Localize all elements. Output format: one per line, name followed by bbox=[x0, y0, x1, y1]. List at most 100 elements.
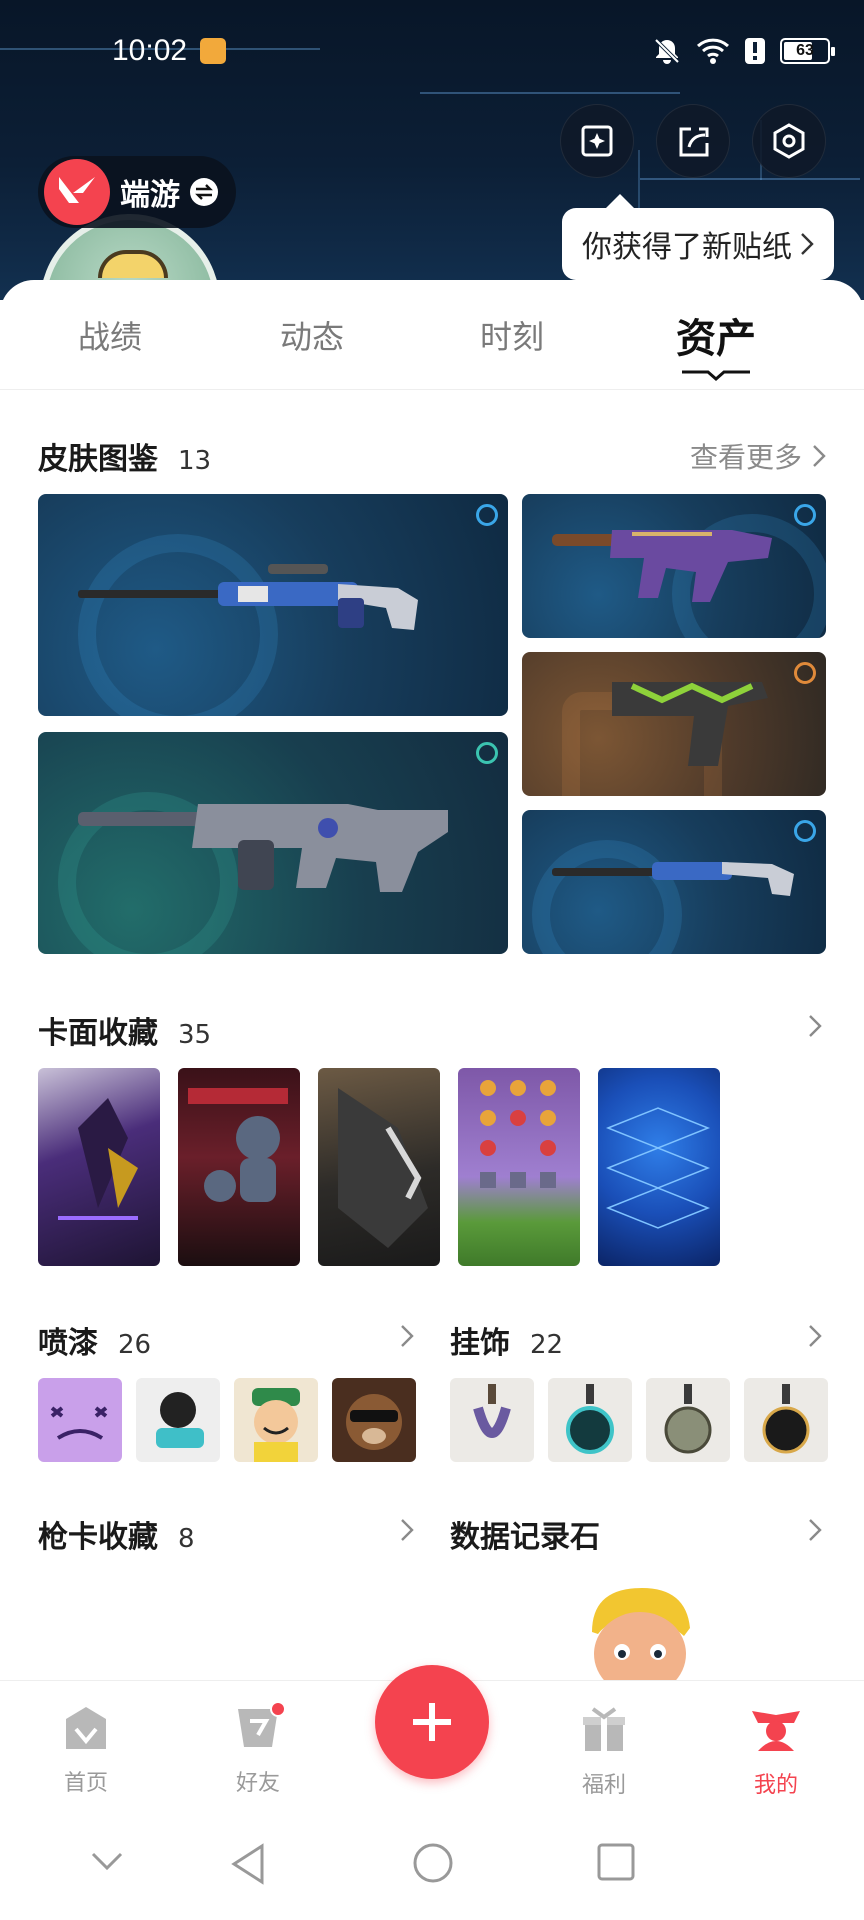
battery-level: 63 bbox=[796, 42, 814, 59]
skin-tile-rifle[interactable] bbox=[38, 732, 508, 954]
swap-icon bbox=[190, 178, 218, 206]
chevron-right-icon bbox=[801, 233, 814, 255]
nav-benefits[interactable]: 福利 bbox=[554, 1705, 654, 1799]
skins-view-more[interactable]: 查看更多 bbox=[690, 436, 826, 476]
charm-thumbnail[interactable] bbox=[450, 1378, 534, 1462]
skins-count: 13 bbox=[178, 446, 212, 476]
chevron-right-icon bbox=[813, 445, 826, 467]
header-actions bbox=[560, 104, 826, 178]
profile-icon bbox=[752, 1711, 800, 1751]
share-icon bbox=[679, 127, 709, 157]
profile-tabs: 战绩 动态 时刻 资产 bbox=[0, 280, 864, 390]
rifle-skin-image bbox=[78, 804, 448, 892]
player-card-thumbnail[interactable] bbox=[598, 1068, 720, 1266]
game-name: 端游 bbox=[120, 178, 180, 213]
chevron-right-icon[interactable] bbox=[400, 1518, 414, 1542]
player-card-thumbnail[interactable] bbox=[458, 1068, 580, 1266]
sprays-count: 26 bbox=[118, 1330, 152, 1360]
gun-cards-section-header: 枪卡收藏 8 bbox=[38, 1512, 195, 1556]
skin-tile-pistol[interactable] bbox=[522, 652, 826, 796]
nav-label: 福利 bbox=[581, 1773, 626, 1798]
chevron-right-icon[interactable] bbox=[808, 1324, 822, 1348]
cards-section-header: 卡面收藏 35 bbox=[38, 1008, 211, 1052]
new-sticker-tooltip[interactable]: 你获得了新贴纸 bbox=[562, 194, 834, 280]
sprays-section-header: 喷漆 26 bbox=[38, 1318, 151, 1362]
charms-count: 22 bbox=[530, 1330, 564, 1360]
game-switcher[interactable]: 端游 bbox=[38, 156, 236, 228]
notification-app-icon bbox=[200, 38, 226, 64]
valorant-logo-icon bbox=[44, 159, 110, 225]
sprays-title: 喷漆 bbox=[38, 1326, 98, 1361]
skin-tile-shotgun[interactable] bbox=[522, 810, 826, 954]
charm-thumbnail[interactable] bbox=[646, 1378, 730, 1462]
profile-content-card: 战绩 动态 时刻 资产 bbox=[0, 280, 864, 1680]
chevron-right-icon[interactable] bbox=[808, 1014, 822, 1038]
nav-profile[interactable]: 我的 bbox=[726, 1705, 826, 1799]
cards-title: 卡面收藏 bbox=[38, 1016, 158, 1051]
home-circle-icon[interactable] bbox=[412, 1842, 454, 1884]
data-stone-character-image[interactable] bbox=[580, 1582, 698, 1680]
hide-keyboard-icon[interactable] bbox=[90, 1850, 124, 1872]
data-stone-title: 数据记录石 bbox=[450, 1520, 600, 1555]
share-button[interactable] bbox=[656, 104, 730, 178]
plus-icon bbox=[413, 1703, 451, 1741]
player-card-thumbnail[interactable] bbox=[38, 1068, 160, 1266]
skin-tile-sniper[interactable] bbox=[38, 494, 508, 716]
system-navigation-bar bbox=[0, 1810, 864, 1920]
charm-thumbnail[interactable] bbox=[548, 1378, 632, 1462]
recent-apps-icon[interactable] bbox=[596, 1842, 636, 1882]
rifle-skin-image bbox=[78, 564, 418, 630]
settings-hexagon-icon bbox=[773, 123, 805, 159]
bottom-navigation: 首页 好友 福利 我的 bbox=[0, 1665, 864, 1810]
shotgun-skin-image bbox=[552, 862, 794, 896]
avatar-hair bbox=[98, 250, 168, 278]
spray-thumbnail[interactable] bbox=[38, 1378, 122, 1462]
gun-cards-count: 8 bbox=[178, 1524, 195, 1554]
nav-home[interactable]: 首页 bbox=[36, 1705, 136, 1797]
nav-label: 我的 bbox=[753, 1773, 798, 1798]
chevron-right-icon[interactable] bbox=[808, 1518, 822, 1542]
view-more-label: 查看更多 bbox=[689, 441, 802, 474]
skins-section-header: 皮肤图鉴 13 bbox=[38, 434, 211, 478]
charms-title: 挂饰 bbox=[450, 1326, 510, 1361]
settings-button[interactable] bbox=[752, 104, 826, 178]
nav-friends[interactable]: 好友 bbox=[208, 1701, 308, 1797]
player-card-thumbnail[interactable] bbox=[178, 1068, 300, 1266]
sticker-button[interactable] bbox=[560, 104, 634, 178]
tab-feed[interactable]: 动态 bbox=[252, 312, 372, 358]
status-bar: 10:02 63 bbox=[0, 0, 864, 104]
spray-thumbnail[interactable] bbox=[136, 1378, 220, 1462]
skins-title: 皮肤图鉴 bbox=[38, 442, 158, 477]
nav-label: 首页 bbox=[63, 1771, 108, 1796]
smg-skin-image bbox=[552, 530, 772, 602]
nav-label: 好友 bbox=[235, 1771, 280, 1796]
gift-icon bbox=[583, 1707, 625, 1751]
data-stone-section-header: 数据记录石 bbox=[450, 1512, 600, 1556]
active-tab-indicator bbox=[682, 370, 750, 381]
mute-icon bbox=[654, 38, 680, 64]
back-icon[interactable] bbox=[228, 1842, 268, 1886]
skin-tile-smg[interactable] bbox=[522, 494, 826, 638]
gun-cards-title: 枪卡收藏 bbox=[38, 1520, 158, 1555]
pistol-skin-image bbox=[612, 682, 768, 766]
notification-badge bbox=[270, 1701, 286, 1717]
chevron-right-icon[interactable] bbox=[400, 1324, 414, 1348]
alert-icon bbox=[745, 38, 765, 64]
charms-section-header: 挂饰 22 bbox=[450, 1318, 563, 1362]
spray-thumbnail[interactable] bbox=[332, 1378, 416, 1462]
charm-thumbnail[interactable] bbox=[744, 1378, 828, 1462]
player-card-thumbnail[interactable] bbox=[318, 1068, 440, 1266]
sticker-tip-text: 你获得了新贴纸 bbox=[582, 230, 792, 265]
create-post-button[interactable] bbox=[375, 1665, 489, 1779]
wifi-icon bbox=[696, 38, 730, 64]
home-icon bbox=[66, 1707, 106, 1749]
battery-indicator: 63 bbox=[780, 38, 835, 64]
sticker-icon bbox=[581, 125, 613, 157]
cards-count: 35 bbox=[178, 1020, 212, 1050]
tab-record[interactable]: 战绩 bbox=[50, 312, 170, 358]
header-decoration bbox=[640, 178, 860, 180]
status-time: 10:02 bbox=[112, 34, 188, 67]
tab-moments[interactable]: 时刻 bbox=[452, 312, 572, 358]
spray-thumbnail[interactable] bbox=[234, 1378, 318, 1462]
tab-assets[interactable]: 资产 bbox=[656, 306, 776, 364]
